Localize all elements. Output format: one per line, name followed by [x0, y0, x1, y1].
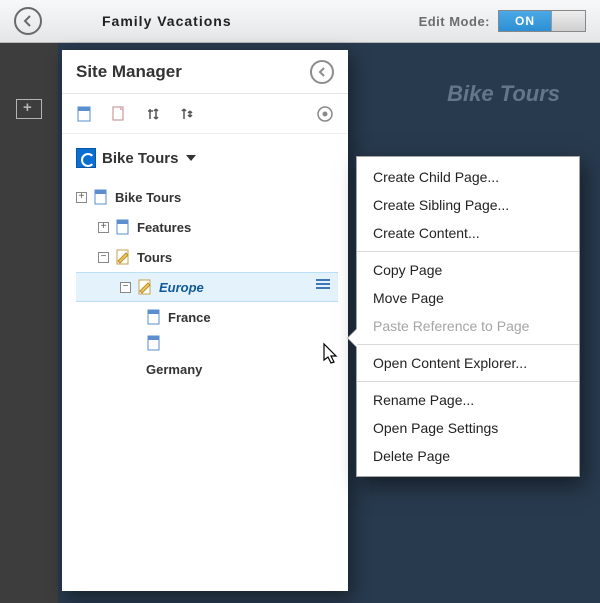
expand-toggle-icon[interactable]: + [98, 222, 109, 233]
new-page-icon[interactable] [76, 105, 94, 123]
tree-node-label: Bike Tours [115, 190, 181, 205]
expand-all-icon[interactable] [144, 105, 162, 123]
menu-rename[interactable]: Rename Page... [357, 386, 579, 414]
breadcrumb[interactable]: Bike Tours [76, 148, 338, 168]
menu-create-sibling[interactable]: Create Sibling Page... [357, 191, 579, 219]
pointer-cursor-icon [320, 342, 342, 368]
tree-node-europe[interactable]: − Europe [76, 272, 338, 302]
settings-gear-icon[interactable] [316, 105, 334, 123]
tree-node-label: Tours [137, 250, 172, 265]
row-menu-icon[interactable] [316, 279, 330, 289]
chevron-down-icon [186, 155, 196, 161]
menu-delete[interactable]: Delete Page [357, 442, 579, 470]
page-icon [93, 189, 109, 205]
back-button[interactable] [14, 7, 42, 35]
collapse-all-icon[interactable] [178, 105, 196, 123]
tree-node-label: Features [137, 220, 191, 235]
site-manager-panel: Site Manager Bike Tours + [62, 50, 348, 591]
site-manager-title: Site Manager [76, 62, 310, 82]
tree-node-france[interactable]: France [76, 302, 338, 332]
top-bar: Family Vacations Edit Mode: ON [0, 0, 600, 43]
page-icon [146, 309, 162, 325]
menu-separator [357, 344, 579, 345]
tree-node-tours[interactable]: − Tours [76, 242, 338, 272]
page-icon [146, 335, 162, 351]
site-manager-toolbar [62, 94, 348, 134]
menu-create-content[interactable]: Create Content... [357, 219, 579, 247]
edit-mode-switch[interactable]: ON [498, 10, 586, 32]
menu-open-settings[interactable]: Open Page Settings [357, 414, 579, 442]
switch-on-label: ON [499, 11, 551, 31]
menu-open-explorer[interactable]: Open Content Explorer... [357, 349, 579, 377]
tree-node-cutoff[interactable] [76, 332, 338, 354]
modified-page-icon [115, 249, 131, 265]
page-icon [115, 219, 131, 235]
tree-node-features[interactable]: + Features [76, 212, 338, 242]
breadcrumb-site-icon [76, 148, 96, 168]
menu-separator [357, 381, 579, 382]
tree-node-label: France [168, 310, 211, 325]
tree-node-label: Germany [146, 362, 202, 377]
left-rail [0, 43, 58, 603]
menu-copy-page[interactable]: Copy Page [357, 256, 579, 284]
menu-separator [357, 251, 579, 252]
modified-page-icon [137, 279, 153, 295]
menu-move-page[interactable]: Move Page [357, 284, 579, 312]
page-title: Family Vacations [102, 13, 232, 29]
menu-create-child[interactable]: Create Child Page... [357, 163, 579, 191]
collapse-toggle-icon[interactable]: − [120, 282, 131, 293]
edit-mode-label: Edit Mode: [419, 14, 490, 29]
tree-node-germany[interactable]: Germany [76, 354, 338, 384]
breadcrumb-label: Bike Tours [102, 150, 178, 167]
page-tree: + Bike Tours + Features − [76, 182, 338, 384]
collapse-panel-button[interactable] [310, 60, 334, 84]
collapse-toggle-icon[interactable]: − [98, 252, 109, 263]
content-banner-title: Bike Tours [447, 81, 560, 107]
new-blank-page-icon[interactable] [110, 105, 128, 123]
switch-knob [551, 11, 585, 31]
menu-paste-reference: Paste Reference to Page [357, 312, 579, 340]
tree-node-label: Europe [159, 280, 204, 295]
tree-node-root[interactable]: + Bike Tours [76, 182, 338, 212]
context-menu: Create Child Page... Create Sibling Page… [356, 156, 580, 477]
add-panel-icon[interactable] [16, 99, 42, 119]
expand-toggle-icon[interactable]: + [76, 192, 87, 203]
